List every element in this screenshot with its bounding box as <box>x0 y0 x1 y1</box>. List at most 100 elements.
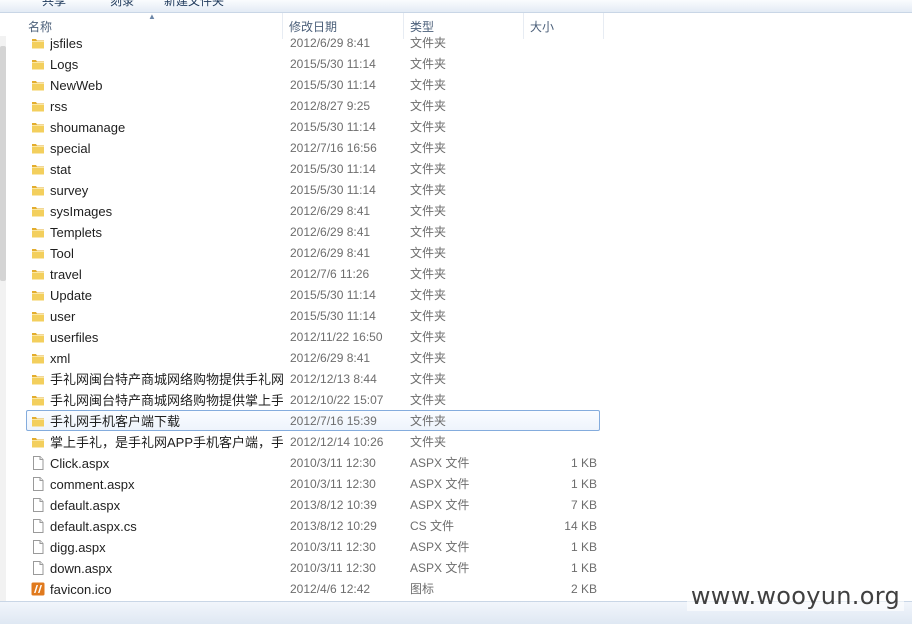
file-date: 2012/7/16 15:39 <box>290 414 377 428</box>
file-name: survey <box>50 183 89 198</box>
file-row[interactable]: jsfiles 2012/6/29 8:41 文件夹 <box>26 32 600 53</box>
file-row[interactable]: default.aspx 2013/8/12 10:39 ASPX 文件 7 KB <box>26 494 600 515</box>
folder-icon <box>31 267 45 281</box>
folder-icon <box>31 99 45 113</box>
file-row[interactable]: 手礼网闽台特产商城网络购物提供手礼网... 2012/12/13 8:44 文件夹 <box>26 368 600 389</box>
file-row[interactable]: Logs 2015/5/30 11:14 文件夹 <box>26 53 600 74</box>
folder-icon <box>31 78 45 92</box>
file-date: 2010/3/11 12:30 <box>290 561 376 575</box>
scrollbar-thumb[interactable] <box>0 46 6 281</box>
file-icon <box>31 498 45 512</box>
toolbar-new-folder-button[interactable]: 新建文件夹 <box>164 0 224 9</box>
file-name: userfiles <box>50 330 99 345</box>
toolbar-share-button[interactable]: 共享 <box>42 0 66 9</box>
file-name: Click.aspx <box>50 456 110 471</box>
folder-icon <box>31 288 45 302</box>
favicon-icon <box>31 582 45 596</box>
file-row[interactable]: Click.aspx 2010/3/11 12:30 ASPX 文件 1 KB <box>26 452 600 473</box>
file-row[interactable]: Update 2015/5/30 11:14 文件夹 <box>26 284 600 305</box>
file-type: 文件夹 <box>410 309 447 323</box>
folder-icon <box>31 204 45 218</box>
file-icon <box>31 456 45 470</box>
file-name: user <box>50 309 76 324</box>
file-type: 文件夹 <box>410 225 447 239</box>
file-date: 2010/3/11 12:30 <box>290 540 376 554</box>
file-size <box>522 264 597 285</box>
toolbar-burn-button[interactable]: 刻录 <box>110 0 134 9</box>
file-size <box>522 75 597 96</box>
file-type: ASPX 文件 <box>410 477 470 491</box>
file-name: 掌上手礼，是手礼网APP手机客户端，手... <box>50 435 283 450</box>
file-type: 图标 <box>410 582 435 596</box>
file-row[interactable]: userfiles 2012/11/22 16:50 文件夹 <box>26 326 600 347</box>
file-row[interactable]: xml 2012/6/29 8:41 文件夹 <box>26 347 600 368</box>
file-size: 1 KB <box>570 477 597 491</box>
file-row[interactable]: down.aspx 2010/3/11 12:30 ASPX 文件 1 KB <box>26 557 600 578</box>
file-type: CS 文件 <box>410 519 455 533</box>
file-row[interactable]: special 2012/7/16 16:56 文件夹 <box>26 137 600 158</box>
file-size <box>522 306 597 327</box>
file-date: 2015/5/30 11:14 <box>290 162 376 176</box>
file-row[interactable]: stat 2015/5/30 11:14 文件夹 <box>26 158 600 179</box>
file-date: 2015/5/30 11:14 <box>290 78 376 92</box>
file-size <box>522 96 597 117</box>
file-date: 2012/6/29 8:41 <box>290 225 371 239</box>
folder-icon <box>31 351 45 365</box>
folder-icon <box>31 141 45 155</box>
file-row[interactable]: default.aspx.cs 2013/8/12 10:29 CS 文件 14 KB <box>26 515 600 536</box>
file-size <box>522 390 597 411</box>
file-size <box>522 54 597 75</box>
file-size <box>522 138 597 159</box>
file-row[interactable]: rss 2012/8/27 9:25 文件夹 <box>26 95 600 116</box>
folder-icon <box>31 57 45 71</box>
file-type: 文件夹 <box>410 141 447 155</box>
file-date: 2012/6/29 8:41 <box>290 351 371 365</box>
file-type: 文件夹 <box>410 372 447 386</box>
file-size: 7 KB <box>570 498 597 512</box>
file-date: 2010/3/11 12:30 <box>290 477 376 491</box>
file-type: ASPX 文件 <box>410 540 470 554</box>
file-size <box>522 159 597 180</box>
vertical-scrollbar[interactable] <box>0 36 6 601</box>
file-row[interactable]: 手礼网手机客户端下载 2012/7/16 15:39 文件夹 <box>26 410 600 431</box>
file-row[interactable]: NewWeb 2015/5/30 11:14 文件夹 <box>26 74 600 95</box>
file-size <box>522 411 597 432</box>
file-row[interactable]: shoumanage 2015/5/30 11:14 文件夹 <box>26 116 600 137</box>
file-name: Templets <box>50 225 103 240</box>
file-row[interactable]: comment.aspx 2010/3/11 12:30 ASPX 文件 1 KB <box>26 473 600 494</box>
file-type: 文件夹 <box>410 162 447 176</box>
file-row[interactable]: sysImages 2012/6/29 8:41 文件夹 <box>26 200 600 221</box>
file-size: 14 KB <box>564 519 597 533</box>
file-size <box>522 117 597 138</box>
file-size <box>522 201 597 222</box>
file-row[interactable]: digg.aspx 2010/3/11 12:30 ASPX 文件 1 KB <box>26 536 600 557</box>
file-size <box>522 243 597 264</box>
file-row[interactable]: 手礼网闽台特产商城网络购物提供掌上手... 2012/10/22 15:07 文件夹 <box>26 389 600 410</box>
file-icon <box>31 477 45 491</box>
file-name: 手礼网手机客户端下载 <box>50 414 181 429</box>
file-row[interactable]: user 2015/5/30 11:14 文件夹 <box>26 305 600 326</box>
file-name: Update <box>50 288 92 303</box>
file-name: down.aspx <box>50 561 113 576</box>
file-row[interactable]: favicon.ico 2012/4/6 12:42 图标 2 KB <box>26 578 600 599</box>
file-date: 2012/4/6 12:42 <box>290 582 371 596</box>
watermark: www.wooyun.org <box>686 581 904 611</box>
file-date: 2010/3/11 12:30 <box>290 456 376 470</box>
file-name: comment.aspx <box>50 477 135 492</box>
folder-icon <box>31 36 45 50</box>
file-type: 文件夹 <box>410 183 447 197</box>
file-date: 2015/5/30 11:14 <box>290 309 376 323</box>
file-row[interactable]: Templets 2012/6/29 8:41 文件夹 <box>26 221 600 242</box>
toolbar: 共享 刻录 新建文件夹 <box>0 0 912 13</box>
file-row[interactable]: survey 2015/5/30 11:14 文件夹 <box>26 179 600 200</box>
file-type: 文件夹 <box>410 288 447 302</box>
file-size <box>522 327 597 348</box>
file-type: 文件夹 <box>410 204 447 218</box>
file-row[interactable]: 掌上手礼，是手礼网APP手机客户端，手... 2012/12/14 10:26 文件… <box>26 431 600 452</box>
folder-icon <box>31 309 45 323</box>
file-row[interactable]: travel 2012/7/6 11:26 文件夹 <box>26 263 600 284</box>
file-date: 2012/7/6 11:26 <box>290 267 370 281</box>
file-size: 1 KB <box>570 456 597 470</box>
file-name: default.aspx <box>50 498 121 513</box>
file-row[interactable]: Tool 2012/6/29 8:41 文件夹 <box>26 242 600 263</box>
